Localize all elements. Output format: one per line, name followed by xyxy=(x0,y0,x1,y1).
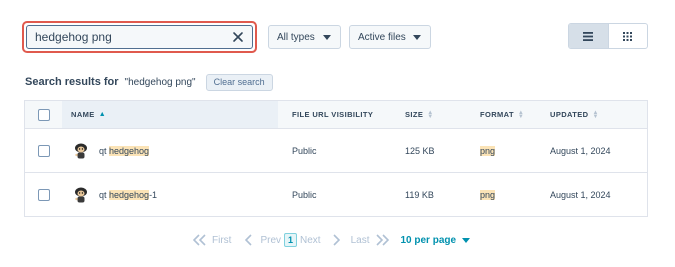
search-input[interactable] xyxy=(35,30,232,44)
table-row[interactable]: qt hedgehog Public 125 KB png August 1, … xyxy=(25,129,647,173)
first-page-label: First xyxy=(212,234,232,246)
file-name-match: hedgehog xyxy=(109,145,150,156)
hedgehog-thumbnail-icon xyxy=(75,143,87,158)
per-page-label: 10 per page xyxy=(400,234,457,246)
prev-page-label: Prev xyxy=(260,234,282,246)
column-header-name[interactable]: NAME ▲ xyxy=(62,101,278,128)
type-filter-dropdown[interactable]: All types xyxy=(268,25,341,49)
file-name-suffix: -1 xyxy=(149,190,158,200)
chevron-left-icon xyxy=(245,234,253,246)
column-label-size: SIZE xyxy=(405,110,424,119)
row-select-cell xyxy=(25,173,62,217)
updated-cell: August 1, 2024 xyxy=(550,190,611,200)
format-value: png xyxy=(480,145,496,156)
double-chevron-right-icon xyxy=(376,234,390,246)
grid-view-button[interactable] xyxy=(609,24,648,48)
next-page-label: Next xyxy=(300,234,321,246)
row-checkbox[interactable] xyxy=(37,189,50,201)
hedgehog-thumbnail-icon xyxy=(75,187,87,203)
file-name-prefix: qt xyxy=(99,190,110,200)
close-icon[interactable] xyxy=(232,31,244,43)
last-page-label: Last xyxy=(350,234,370,246)
first-page-button[interactable]: First xyxy=(193,234,231,246)
column-header-visibility[interactable]: FILE URL VISIBILITY xyxy=(292,101,373,128)
file-name-cell[interactable]: qt hedgehog xyxy=(72,129,150,172)
column-label-format: FORMAT xyxy=(480,110,514,119)
results-label: Search results for xyxy=(25,76,119,88)
column-label-updated: UPDATED xyxy=(550,110,589,119)
column-header-updated[interactable]: UPDATED ▲ ▼ xyxy=(550,101,599,128)
sort-icon: ▲ ▼ xyxy=(427,109,434,120)
column-label-visibility: FILE URL VISIBILITY xyxy=(292,110,374,119)
status-filter-dropdown[interactable]: Active files xyxy=(349,25,431,49)
status-filter-label: Active files xyxy=(358,31,406,43)
type-filter-label: All types xyxy=(277,31,315,43)
column-header-format[interactable]: FORMAT ▲ ▼ xyxy=(480,101,524,128)
caret-down-icon xyxy=(413,35,421,40)
sort-icon: ▲ ▼ xyxy=(517,109,525,120)
per-page-dropdown[interactable]: 10 per page xyxy=(400,234,471,246)
grid-view-icon xyxy=(623,31,633,41)
current-page-button[interactable]: 1 xyxy=(284,233,298,247)
caret-down-icon xyxy=(462,237,471,243)
column-header-size[interactable]: SIZE ▲ ▼ xyxy=(405,101,434,128)
format-cell: png xyxy=(480,173,496,217)
select-all-checkbox[interactable] xyxy=(37,108,50,121)
search-focus-ring xyxy=(22,21,257,53)
files-table: NAME ▲ FILE URL VISIBILITY SIZE ▲ ▼ FORMA… xyxy=(24,100,648,217)
sort-ascending-icon: ▲ xyxy=(98,111,106,118)
file-name-cell[interactable]: qt hedgehog -1 xyxy=(72,173,157,217)
pagination: First Prev 1 Next Last 10 per page xyxy=(193,231,471,249)
format-cell: png xyxy=(480,129,496,172)
results-query: "hedgehog png" xyxy=(124,76,196,88)
next-page-button[interactable]: Next xyxy=(300,234,340,246)
file-name-match: hedgehog xyxy=(109,190,150,200)
select-all-cell xyxy=(25,101,62,128)
results-header: Search results for "hedgehog png" Clear … xyxy=(25,73,273,91)
view-toggle xyxy=(568,23,648,49)
caret-down-icon xyxy=(323,35,331,40)
row-select-cell xyxy=(25,129,62,172)
last-page-button[interactable]: Last xyxy=(351,234,390,246)
sort-icon: ▲ ▼ xyxy=(592,109,599,120)
double-chevron-left-icon xyxy=(193,234,206,246)
column-label-name: NAME xyxy=(71,110,95,119)
list-view-button[interactable] xyxy=(569,24,609,48)
updated-cell: August 1, 2024 xyxy=(550,145,611,156)
size-cell: 119 KB xyxy=(405,190,434,200)
table-row[interactable]: qt hedgehog -1 Public 119 KB png August … xyxy=(25,173,647,217)
chevron-right-icon xyxy=(333,234,340,246)
search-box[interactable] xyxy=(26,25,253,49)
file-name-prefix: qt xyxy=(99,145,110,156)
size-cell: 125 KB xyxy=(405,145,435,156)
clear-search-button[interactable]: Clear search xyxy=(205,73,273,91)
row-checkbox[interactable] xyxy=(37,144,50,157)
table-header: NAME ▲ FILE URL VISIBILITY SIZE ▲ ▼ FORMA… xyxy=(25,101,647,129)
list-view-icon xyxy=(583,31,594,41)
visibility-cell: Public xyxy=(292,190,317,200)
prev-page-button[interactable]: Prev xyxy=(245,234,281,246)
format-value: png xyxy=(480,190,496,200)
visibility-cell: Public xyxy=(292,145,317,156)
